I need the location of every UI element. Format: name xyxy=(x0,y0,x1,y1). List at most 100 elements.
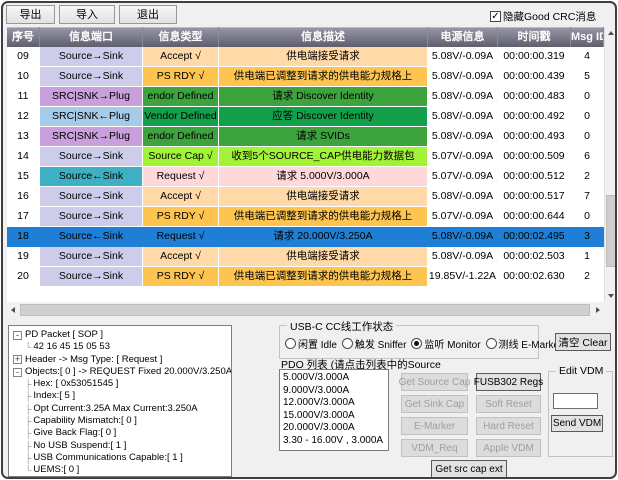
table-cell: 供电端已调整到请求的供电能力规格上 xyxy=(219,67,428,87)
expand-icon[interactable]: + xyxy=(13,355,22,365)
vdm-req-button[interactable]: VDM_Req xyxy=(401,439,468,457)
table-row[interactable]: 18 Source←Sink Request √ 请求 20.000V/3.250A 5… xyxy=(7,227,604,247)
tree-item[interactable]: └ 42 16 45 15 05 53 xyxy=(13,341,229,353)
table-cell: 应答 Discover Identity xyxy=(219,107,428,127)
table-row[interactable]: 11 SRC|SNK→Plug endor Defined 请求 Discover I… xyxy=(7,87,604,107)
table-row[interactable]: 17 Source→Sink PS RDY √ 供电端已调整到请求的供电能力规格上 5.… xyxy=(7,207,604,227)
pdo-list-item[interactable]: 20.000V/3.000A xyxy=(283,422,388,435)
table-cell: 15 xyxy=(7,167,40,187)
app-window: 导出 Export 导入 Import 退出 ✓ 隐藏Good CRC消息 序号… xyxy=(1,1,617,479)
tree-item[interactable]: ├ Index:[ 5 ] xyxy=(13,390,229,402)
tree-item[interactable]: ├ Opt Current:3.25A Max Current:3.250A xyxy=(13,403,229,415)
table-row[interactable]: 20 Source→Sink PS RDY √ 供电端已调整到请求的供电能力规格上 19… xyxy=(7,267,604,287)
radio-selected-icon[interactable] xyxy=(411,338,423,349)
table-cell: Source→Sink xyxy=(40,67,143,87)
get-source-cap-button[interactable]: Get Source Cap xyxy=(399,373,470,391)
tree-item[interactable]: ├ Capability Mismatch:[ 0 ] xyxy=(13,415,229,427)
scroll-left-icon[interactable] xyxy=(7,304,19,316)
table-row[interactable]: 10 Source→Sink PS RDY √ 供电端已调整到请求的供电能力规格上 5.… xyxy=(7,67,604,87)
tree-item[interactable]: + Header -> Msg Type: [ Request ] xyxy=(13,354,229,366)
pdo-list-item[interactable]: 12.000V/3.000A xyxy=(283,397,388,410)
pdo-list-item[interactable]: 9.000V/3.000A xyxy=(283,385,388,398)
scroll-right-icon[interactable] xyxy=(592,304,604,316)
table-cell: endor Defined xyxy=(143,87,219,107)
table-cell: 5 xyxy=(571,67,604,87)
table-cell: Source→Sink xyxy=(40,187,143,207)
cc-mode-radio[interactable]: 触发 Sniffer xyxy=(341,336,406,351)
column-header[interactable]: 信息类型 xyxy=(143,27,219,47)
clear-button[interactable]: 清空 Clear xyxy=(555,333,611,351)
scroll-down-icon[interactable] xyxy=(605,290,615,302)
table-row[interactable]: 16 Source→Sink Accept √ 供电端接受请求 5.08V/-0.09A… xyxy=(7,187,604,207)
radio-label: 测线 E-Marke xyxy=(498,340,560,351)
table-cell: 00:00:00.644 xyxy=(498,207,571,227)
table-cell: 00:00:00.509 xyxy=(498,147,571,167)
cc-mode-radios: 闲置 Idle 触发 Sniffer 监听 Monitor 测线 E-Marke xyxy=(285,336,559,351)
column-header[interactable]: 信息端口 xyxy=(40,27,143,47)
e-marker-button[interactable]: E-Marker xyxy=(401,417,468,435)
tree-item[interactable]: ├ Hex: [ 0x53051545 ] xyxy=(13,378,229,390)
cc-mode-radio[interactable]: 监听 Monitor xyxy=(411,336,481,351)
hard-reset-button[interactable]: Hard Reset xyxy=(476,417,541,435)
cc-mode-radio[interactable]: 测线 E-Marke xyxy=(485,336,560,351)
table-row[interactable]: 09 Source→Sink Accept √ 供电端接受请求 5.08V/-0.09A… xyxy=(7,47,604,67)
table-row[interactable]: 14 Source→Sink Source Cap √ 收到5个SOURCE_CAP供… xyxy=(7,147,604,167)
table-cell: Source→Sink xyxy=(40,247,143,267)
pdo-list-item[interactable]: 15.000V/3.000A xyxy=(283,410,388,423)
export-button[interactable]: 导出 Export xyxy=(6,5,55,38)
column-header[interactable]: 时间戳 xyxy=(498,27,571,47)
table-header: 序号 信息端口 信息类型 信息描述 电源信息 时间戳 Msg ID xyxy=(7,27,604,47)
apple-vdm-button[interactable]: Apple VDM xyxy=(476,439,541,457)
table-cell: 5.08V/-0.09A xyxy=(428,127,498,147)
hide-goodcrc-checkbox[interactable]: ✓ 隐藏Good CRC消息 xyxy=(490,9,596,24)
table-row[interactable]: 19 Source→Sink Accept √ 供电端接受请求 5.08V/-0.09A… xyxy=(7,247,604,267)
tree-connector-icon: ├ xyxy=(25,391,32,402)
tree-item[interactable]: - PD Packet [ SOP ] xyxy=(13,329,229,341)
vertical-scrollbar[interactable] xyxy=(604,27,615,302)
vertical-scroll-thumb[interactable] xyxy=(606,195,615,267)
radio-icon[interactable] xyxy=(485,338,497,349)
tree-item[interactable]: └ UEMS:[ 0 ] xyxy=(13,464,229,476)
column-header[interactable]: 序号 xyxy=(7,27,40,47)
tree-item[interactable]: ├ No USB Suspend:[ 1 ] xyxy=(13,440,229,452)
pdo-list-item[interactable]: 3.30 - 16.00V , 3.000A xyxy=(283,435,388,448)
get-src-cap-ext-button[interactable]: Get src cap ext xyxy=(431,460,507,477)
table-cell: SRC|SNK→Plug xyxy=(40,87,143,107)
radio-icon[interactable] xyxy=(285,338,296,349)
exit-button[interactable]: 退出 xyxy=(119,5,177,24)
table-cell: 10 xyxy=(7,67,40,87)
cc-status-title: USB-C CC线工作状态 xyxy=(287,319,397,334)
fusb302-regs-button[interactable]: FUSB302 Regs xyxy=(474,373,543,391)
tree-item[interactable]: ├ Give Back Flag:[ 0 ] xyxy=(13,427,229,439)
tree-item-label: Opt Current:3.25A Max Current:3.250A xyxy=(33,402,198,414)
import-button[interactable]: 导入 Import xyxy=(59,5,115,38)
collapse-icon[interactable]: - xyxy=(13,330,22,340)
scroll-up-icon[interactable] xyxy=(605,27,615,39)
table-row[interactable]: 15 Source←Sink Request √ 请求 5.000V/3.000A 5.… xyxy=(7,167,604,187)
table-cell: 18 xyxy=(7,227,40,247)
cc-mode-radio[interactable]: 闲置 Idle xyxy=(285,336,337,351)
tree-item[interactable]: - Objects:[ 0 ] -> REQUEST Fixed 20.000V/… xyxy=(13,366,231,378)
collapse-icon[interactable]: - xyxy=(13,367,22,377)
horizontal-scrollbar[interactable] xyxy=(7,302,604,318)
tree-item-label: Header -> Msg Type: [ Request ] xyxy=(25,353,163,365)
send-vdm-button[interactable]: Send VDM xyxy=(551,415,603,432)
table-row[interactable]: 12 SRC|SNK←Plug Vendor Defined 应答 Discover … xyxy=(7,107,604,127)
table-row[interactable]: 13 SRC|SNK→Plug endor Defined 请求 SVIDs 5.08V… xyxy=(7,127,604,147)
column-header[interactable]: 电源信息 xyxy=(428,27,498,47)
checkbox-check-icon: ✓ xyxy=(490,11,501,22)
table-cell: Source Cap √ xyxy=(143,147,219,167)
pdo-list-item[interactable]: 5.000V/3.000A xyxy=(283,372,388,385)
table-cell: 5.07V/-0.09A xyxy=(428,167,498,187)
column-header[interactable]: Msg ID xyxy=(571,27,604,47)
horizontal-scroll-thumb[interactable] xyxy=(20,304,590,316)
get-sink-cap-button[interactable]: Get Sink Cap xyxy=(401,395,468,413)
vdm-input[interactable] xyxy=(553,393,598,409)
column-header[interactable]: 信息描述 xyxy=(219,27,428,47)
soft-reset-button[interactable]: Soft Reset xyxy=(476,395,541,413)
table-cell: 请求 20.000V/3.250A xyxy=(219,227,428,247)
radio-icon[interactable] xyxy=(341,338,353,349)
table-cell: 00:00:00.439 xyxy=(498,67,571,87)
pdo-listbox[interactable]: 5.000V/3.000A 9.000V/3.000A 12.000V/3.000A… xyxy=(279,369,389,451)
tree-item[interactable]: ├ USB Communications Capable:[ 1 ] xyxy=(13,452,229,464)
